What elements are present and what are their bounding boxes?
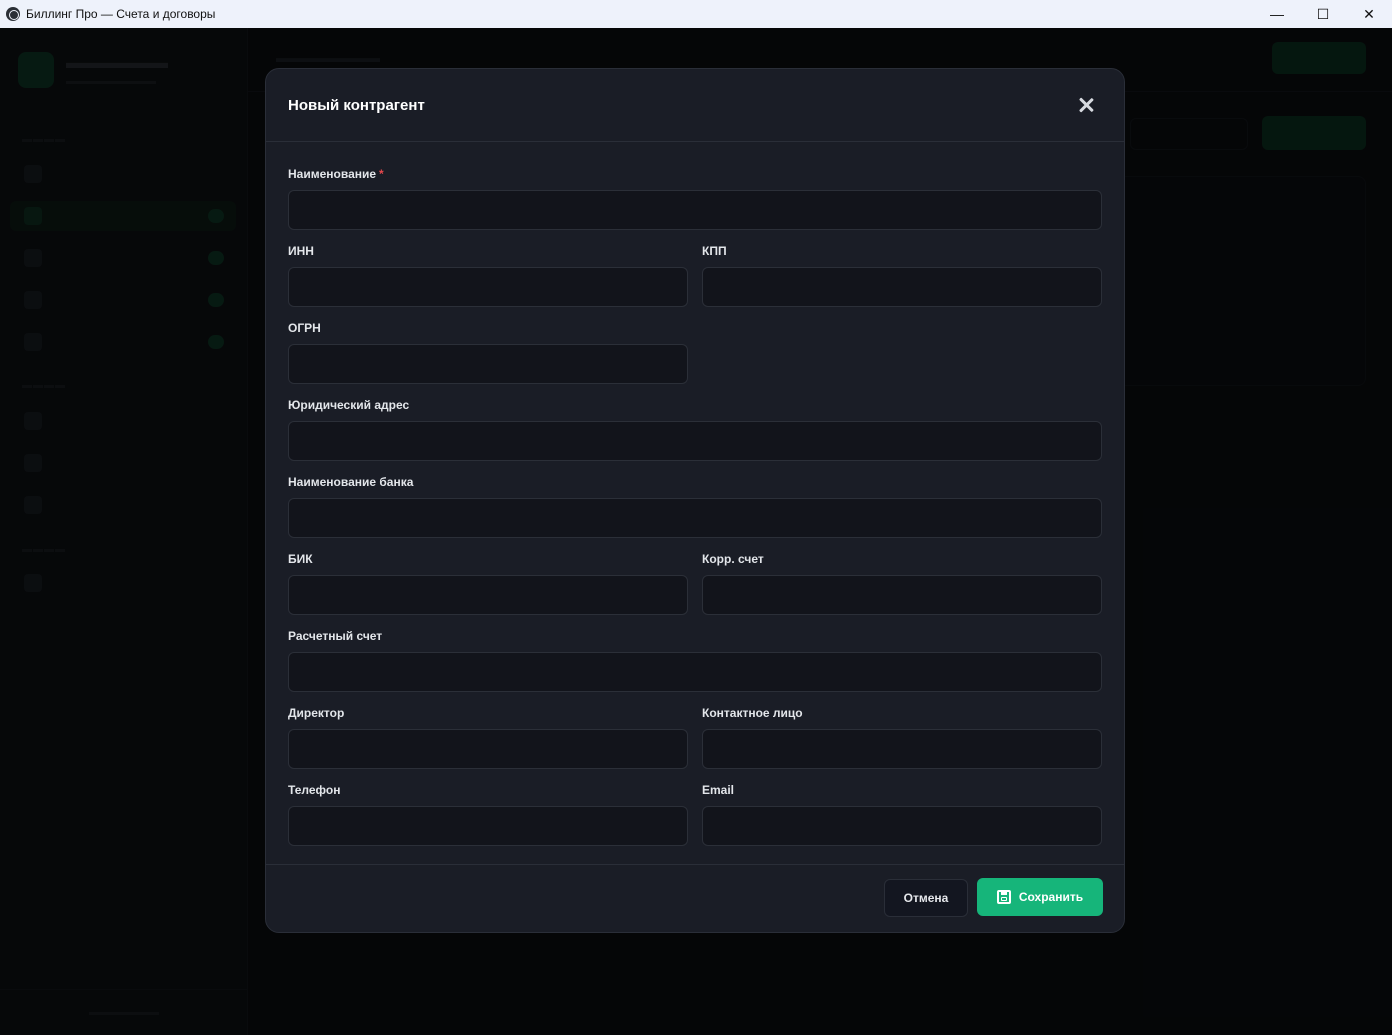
field-name: Наименование * xyxy=(288,167,1102,230)
save-button-label: Сохранить xyxy=(1018,890,1084,904)
field-label: Телефон xyxy=(288,783,341,797)
field-corr-account: Корр. счет xyxy=(702,552,1102,615)
settlement-account-input[interactable] xyxy=(288,652,1102,692)
kpp-input[interactable] xyxy=(702,267,1102,307)
field-label: Юридический адрес xyxy=(288,398,410,412)
field-inn: ИНН xyxy=(288,244,688,307)
phone-input[interactable] xyxy=(288,806,688,846)
field-ogrn: ОГРН xyxy=(288,321,688,384)
bank-name-input[interactable] xyxy=(288,498,1102,538)
minimize-button[interactable]: — xyxy=(1254,0,1300,28)
window-close-button[interactable]: ✕ xyxy=(1346,0,1392,28)
new-counterparty-dialog: Новый контрагент Наименование * ИНН КПП О… xyxy=(265,68,1125,933)
window-titlebar: Биллинг Про — Счета и договоры — ☐ ✕ xyxy=(0,0,1392,28)
close-icon[interactable] xyxy=(1078,97,1094,113)
field-label: Email xyxy=(702,783,735,797)
field-label-text: Наименование xyxy=(288,167,377,181)
contact-person-input[interactable] xyxy=(702,729,1102,769)
modal-body: Наименование * ИНН КПП ОГРН Юридический а… xyxy=(266,142,1124,865)
field-kpp: КПП xyxy=(702,244,1102,307)
field-bank-name: Наименование банка xyxy=(288,475,1102,538)
field-label: Директор xyxy=(288,706,345,720)
field-label: Контактное лицо xyxy=(702,706,803,720)
modal-header: Новый контрагент xyxy=(266,69,1124,142)
ogrn-input[interactable] xyxy=(288,344,688,384)
cancel-button[interactable]: Отмена xyxy=(884,879,968,917)
required-mark: * xyxy=(379,167,384,181)
globe-icon xyxy=(6,7,20,21)
field-bik: БИК xyxy=(288,552,688,615)
email-input[interactable] xyxy=(702,806,1102,846)
modal-title: Новый контрагент xyxy=(288,96,425,114)
field-label: ИНН xyxy=(288,244,314,258)
field-legal-address: Юридический адрес xyxy=(288,398,1102,461)
field-director: Директор xyxy=(288,706,688,769)
field-label: Корр. счет xyxy=(702,552,764,566)
field-label: Наименование * xyxy=(288,167,384,181)
floppy-disk-icon xyxy=(996,890,1011,904)
window-title: Биллинг Про — Счета и договоры xyxy=(26,7,216,21)
field-label: БИК xyxy=(288,552,313,566)
field-settlement-account: Расчетный счет xyxy=(288,629,1102,692)
field-email: Email xyxy=(702,783,1102,846)
legal-address-input[interactable] xyxy=(288,421,1102,461)
field-contact-person: Контактное лицо xyxy=(702,706,1102,769)
modal-footer: Отмена Сохранить xyxy=(266,864,1124,932)
field-label: КПП xyxy=(702,244,727,258)
save-button[interactable]: Сохранить xyxy=(977,878,1103,916)
director-input[interactable] xyxy=(288,729,688,769)
field-label: Наименование банка xyxy=(288,475,414,489)
maximize-button[interactable]: ☐ xyxy=(1300,0,1346,28)
corr-account-input[interactable] xyxy=(702,575,1102,615)
name-input[interactable] xyxy=(288,190,1102,230)
inn-input[interactable] xyxy=(288,267,688,307)
field-label: Расчетный счет xyxy=(288,629,383,643)
field-label: ОГРН xyxy=(288,321,321,335)
bik-input[interactable] xyxy=(288,575,688,615)
field-phone: Телефон xyxy=(288,783,688,846)
